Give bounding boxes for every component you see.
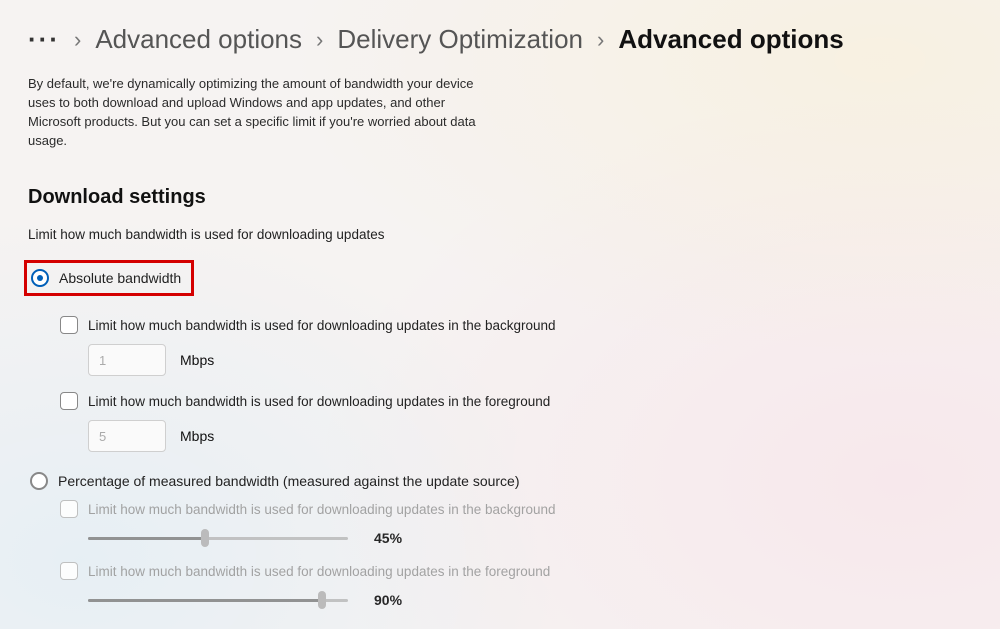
radio-absolute-bandwidth-highlight: Absolute bandwidth <box>24 260 194 296</box>
radio-percentage-bandwidth[interactable] <box>30 472 48 490</box>
radio-absolute-bandwidth-label: Absolute bandwidth <box>59 270 181 286</box>
checkbox-foreground-limit[interactable] <box>60 392 78 410</box>
unit-label: Mbps <box>180 352 214 368</box>
slider-pct-background-value: 45% <box>374 530 402 546</box>
section-title-download-settings: Download settings <box>28 186 972 209</box>
checkbox-background-limit[interactable] <box>60 316 78 334</box>
percentage-bandwidth-group: Limit how much bandwidth is used for dow… <box>60 500 972 610</box>
breadcrumb-more-icon[interactable]: ··· <box>28 24 60 55</box>
checkbox-foreground-limit-label: Limit how much bandwidth is used for dow… <box>88 394 550 409</box>
absolute-bandwidth-group: Limit how much bandwidth is used for dow… <box>60 316 972 452</box>
breadcrumb-current: Advanced options <box>618 24 843 55</box>
checkbox-background-limit-label: Limit how much bandwidth is used for dow… <box>88 318 556 333</box>
slider-pct-foreground <box>88 590 348 610</box>
input-background-mbps[interactable]: 1 <box>88 344 166 376</box>
radio-percentage-bandwidth-label: Percentage of measured bandwidth (measur… <box>58 473 520 489</box>
download-settings-description: Limit how much bandwidth is used for dow… <box>28 227 972 242</box>
intro-text: By default, we're dynamically optimizing… <box>28 75 478 150</box>
breadcrumb-link-delivery-optimization[interactable]: Delivery Optimization <box>337 24 583 55</box>
input-foreground-mbps[interactable]: 5 <box>88 420 166 452</box>
checkbox-pct-background-limit-label: Limit how much bandwidth is used for dow… <box>88 502 556 517</box>
breadcrumb: ··· › Advanced options › Delivery Optimi… <box>28 24 972 55</box>
radio-absolute-bandwidth[interactable] <box>31 269 49 287</box>
slider-pct-foreground-value: 90% <box>374 592 402 608</box>
chevron-right-icon: › <box>316 27 323 53</box>
chevron-right-icon: › <box>597 27 604 53</box>
slider-pct-background <box>88 528 348 548</box>
chevron-right-icon: › <box>74 27 81 53</box>
breadcrumb-link-advanced-options[interactable]: Advanced options <box>95 24 302 55</box>
checkbox-pct-background-limit <box>60 500 78 518</box>
checkbox-pct-foreground-limit <box>60 562 78 580</box>
checkbox-pct-foreground-limit-label: Limit how much bandwidth is used for dow… <box>88 564 550 579</box>
unit-label: Mbps <box>180 428 214 444</box>
